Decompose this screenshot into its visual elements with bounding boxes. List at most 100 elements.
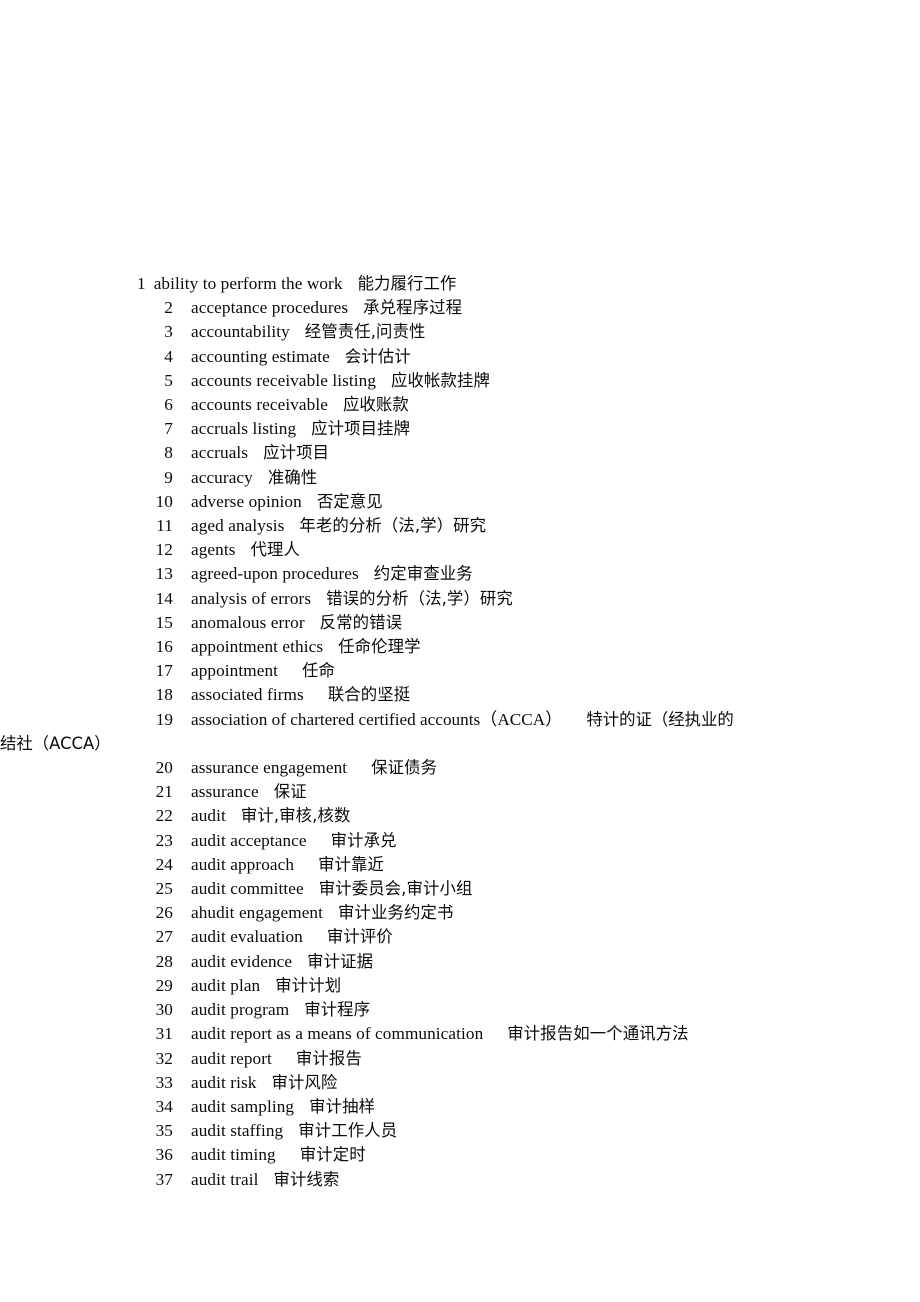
list-item: 8 accruals 应计项目 bbox=[0, 441, 920, 465]
list-item: 34 audit sampling 审计抽样 bbox=[0, 1095, 920, 1119]
item-number: 16 bbox=[155, 637, 173, 657]
list-item: 9 accuracy 准确性 bbox=[0, 466, 920, 490]
list-item: 20 assurance engagement 保证债务 bbox=[0, 756, 920, 780]
item-gloss: 审计承兑 bbox=[330, 830, 397, 850]
list-item: 3 accountability 经管责任,问责性 bbox=[0, 320, 920, 344]
list-item: 11 aged analysis 年老的分析（法,学）研究 bbox=[0, 514, 920, 538]
item-gloss: 应计项目挂牌 bbox=[311, 419, 411, 439]
item-number: 15 bbox=[155, 612, 173, 632]
item-number: 32 bbox=[155, 1048, 173, 1068]
item-term: audit staffing bbox=[191, 1121, 284, 1141]
item-gloss: 审计业务约定书 bbox=[338, 903, 454, 923]
list-item: 25 audit committee 审计委员会,审计小组 bbox=[0, 877, 920, 901]
list-item: 29 audit plan 审计计划 bbox=[0, 974, 920, 998]
item-number: 12 bbox=[155, 540, 173, 560]
list-item: 13 agreed-upon procedures 约定审查业务 bbox=[0, 562, 920, 586]
item-number: 27 bbox=[155, 927, 173, 947]
item-gloss: 反常的错误 bbox=[319, 612, 403, 632]
item-number: 18 bbox=[155, 685, 173, 705]
item-term: ability to perform the work bbox=[153, 274, 343, 293]
list-item: 31 audit report as a means of communicati… bbox=[0, 1022, 920, 1046]
item-number: 34 bbox=[155, 1096, 173, 1116]
item-term: assurance bbox=[191, 782, 259, 802]
list-item: 37 audit trail 审计线索 bbox=[0, 1168, 920, 1192]
item-term: accruals listing bbox=[191, 419, 297, 439]
list-item: 32 audit report 审计报告 bbox=[0, 1047, 920, 1071]
list-item: 30 audit program 审计程序 bbox=[0, 998, 920, 1022]
item-term: audit evaluation bbox=[191, 927, 303, 947]
item-term: appointment ethics bbox=[191, 637, 324, 657]
item-gloss: 审计风险 bbox=[271, 1072, 338, 1092]
item-gloss: 应收帐款挂牌 bbox=[391, 370, 490, 390]
list-item: 7 accruals listing 应计项目挂牌 bbox=[0, 417, 920, 441]
list-item: 15 anomalous error 反常的错误 bbox=[0, 611, 920, 635]
item-gloss: 任命 bbox=[302, 661, 336, 681]
item-term: association of chartered certified accou… bbox=[191, 709, 563, 729]
item-gloss: 审计证据 bbox=[307, 951, 374, 971]
item-number: 9 bbox=[164, 467, 173, 487]
item-term: acceptance procedures bbox=[191, 298, 349, 318]
list-item: 16 appointment ethics 任命伦理学 bbox=[0, 635, 920, 659]
item-number: 1 bbox=[137, 274, 146, 293]
list-item: 26 ahudit engagement 审计业务约定书 bbox=[0, 901, 920, 925]
item-gloss: 联合的坚挺 bbox=[327, 685, 411, 705]
item-number: 25 bbox=[155, 879, 173, 899]
item-term: accruals bbox=[191, 443, 249, 463]
item-number: 26 bbox=[155, 903, 173, 923]
item-gloss: 任命伦理学 bbox=[338, 637, 421, 657]
item-number: 30 bbox=[155, 1000, 173, 1020]
item-term: accountability bbox=[191, 322, 290, 342]
item-term: accounts receivable bbox=[191, 395, 328, 415]
item-gloss: 审计工作人员 bbox=[298, 1121, 398, 1141]
item-gloss: 承兑程序过程 bbox=[363, 298, 463, 318]
item-gloss: 审计线索 bbox=[273, 1169, 340, 1189]
item-number: 3 bbox=[164, 322, 173, 342]
item-term: audit approach bbox=[191, 854, 295, 874]
item-gloss: 会计估计 bbox=[344, 346, 411, 366]
item-term: audit report as a means of communication bbox=[191, 1024, 484, 1044]
list-item: 33 audit risk 审计风险 bbox=[0, 1071, 920, 1095]
item-gloss: 审计报告如一个通讯方法 bbox=[507, 1024, 689, 1044]
list-item: 2 acceptance procedures 承兑程序过程 bbox=[0, 296, 920, 320]
item-number: 28 bbox=[155, 951, 173, 971]
item-gloss: 经管责任,问责性 bbox=[304, 322, 426, 342]
item-term: audit bbox=[191, 806, 226, 826]
item-number: 17 bbox=[155, 661, 173, 681]
item-term: anomalous error bbox=[191, 612, 305, 632]
item-term: audit trail bbox=[191, 1169, 259, 1189]
list-item: 1 ability to perform the work 能力履行工作 bbox=[0, 272, 920, 296]
list-item: 27 audit evaluation 审计评价 bbox=[0, 925, 920, 949]
item-number: 5 bbox=[164, 370, 173, 390]
item-term: appointment bbox=[191, 661, 279, 681]
item-gloss: 审计评价 bbox=[326, 927, 393, 947]
item-number: 19 bbox=[155, 709, 173, 729]
list-item: 10 adverse opinion 否定意见 bbox=[0, 490, 920, 514]
item-term: audit risk bbox=[191, 1072, 257, 1092]
item-number: 35 bbox=[155, 1121, 173, 1141]
item-gloss: 应收账款 bbox=[342, 395, 409, 415]
list-item: 22 audit 审计,审核,核数 bbox=[0, 804, 920, 828]
item-term: agreed-upon procedures bbox=[191, 564, 359, 584]
item-term: adverse opinion bbox=[191, 491, 302, 511]
item-number: 36 bbox=[155, 1145, 173, 1165]
list-item: 6 accounts receivable 应收账款 bbox=[0, 393, 920, 417]
list-item: 5 accounts receivable listing 应收帐款挂牌 bbox=[0, 369, 920, 393]
list-item: 17 appointment 任命 bbox=[0, 659, 920, 683]
item-term: assurance engagement bbox=[191, 758, 348, 778]
item-gloss: 错误的分析（法,学）研究 bbox=[326, 588, 513, 608]
item-number: 29 bbox=[155, 975, 173, 995]
item-number: 33 bbox=[155, 1072, 173, 1092]
item-number: 6 bbox=[164, 395, 173, 415]
item-term: audit sampling bbox=[191, 1096, 295, 1116]
item-gloss: 否定意见 bbox=[316, 491, 383, 511]
item-number: 7 bbox=[164, 419, 173, 439]
item-number: 10 bbox=[155, 491, 173, 511]
list-item: 28 audit evidence 审计证据 bbox=[0, 950, 920, 974]
document-page: 1 ability to perform the work 能力履行工作 2 acce… bbox=[0, 0, 920, 1302]
glossary-list: 1 ability to perform the work 能力履行工作 2 acce… bbox=[0, 272, 920, 1192]
item-number: 14 bbox=[155, 588, 173, 608]
item-gloss-line1: 特计的证（经执业的 bbox=[586, 709, 734, 729]
item-term: audit committee bbox=[191, 879, 304, 899]
item-gloss: 约定审查业务 bbox=[373, 564, 473, 584]
item-gloss: 审计报告 bbox=[295, 1048, 362, 1068]
